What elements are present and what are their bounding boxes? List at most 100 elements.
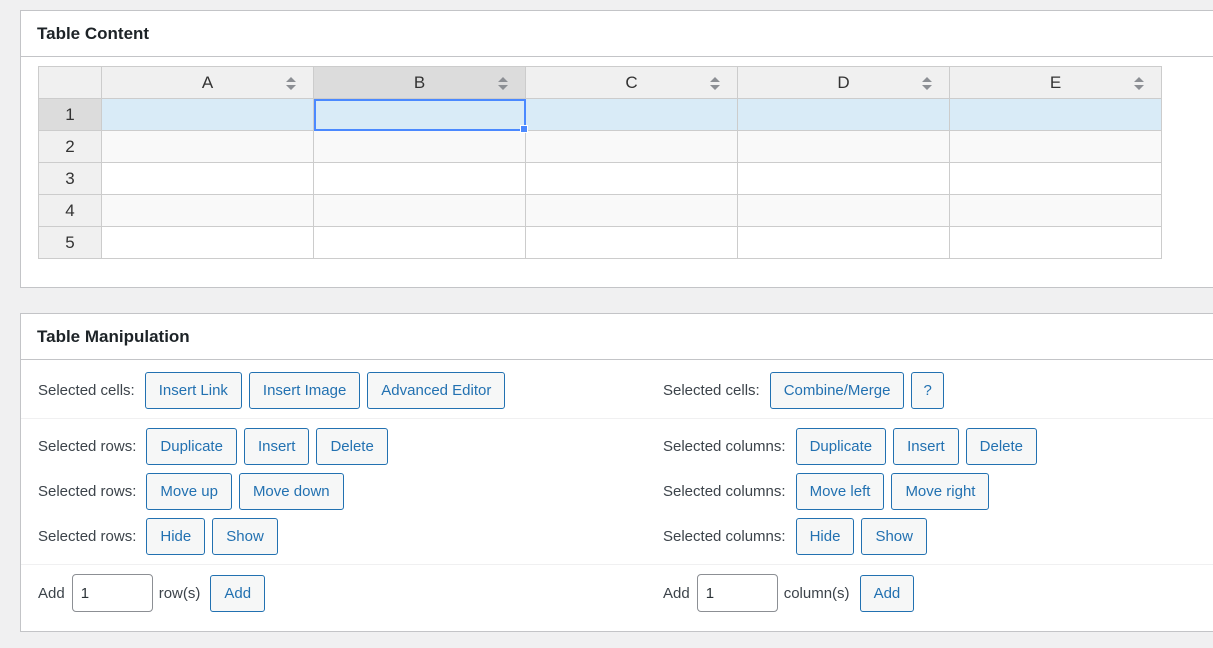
table-content-panel: Table Content A B C D E 1 2 3 4 5 bbox=[20, 10, 1213, 288]
row-header[interactable]: 5 bbox=[38, 226, 102, 259]
move-up-button[interactable]: Move up bbox=[146, 473, 232, 510]
table-row: 3 bbox=[38, 162, 1162, 195]
grid-cell[interactable] bbox=[737, 162, 950, 195]
rows-move-row: Selected rows: Move up Move down bbox=[38, 473, 351, 510]
column-header-e[interactable]: E bbox=[949, 66, 1162, 99]
grid-cell[interactable] bbox=[101, 194, 314, 227]
grid-cell[interactable] bbox=[737, 194, 950, 227]
grid-cell[interactable] bbox=[949, 226, 1162, 259]
combine-merge-button[interactable]: Combine/Merge bbox=[769, 372, 905, 409]
columns-visibility-row: Selected columns: Hide Show bbox=[663, 518, 934, 555]
grid-cell[interactable] bbox=[313, 226, 526, 259]
add-rows-button[interactable]: Add bbox=[210, 574, 266, 612]
cells-actions-row: Selected cells: Insert Link Insert Image… bbox=[38, 372, 512, 409]
selected-rows-label: Selected rows: bbox=[38, 483, 137, 500]
table-manipulation-panel: Table Manipulation Selected cells: Inser… bbox=[20, 313, 1213, 632]
grid-cell[interactable] bbox=[101, 226, 314, 259]
insert-columns-button[interactable]: Insert bbox=[893, 428, 959, 465]
column-header-label: C bbox=[625, 72, 638, 92]
table-row: 4 bbox=[38, 194, 1162, 227]
hide-columns-button[interactable]: Hide bbox=[795, 518, 855, 555]
add-columns-label: Add bbox=[663, 584, 690, 602]
column-header-d[interactable]: D bbox=[737, 66, 950, 99]
grid-cell[interactable] bbox=[525, 162, 738, 195]
grid-cell[interactable] bbox=[313, 162, 526, 195]
grid-cell[interactable] bbox=[101, 98, 314, 131]
table-manipulation-header: Table Manipulation bbox=[21, 314, 1213, 360]
row-header[interactable]: 1 bbox=[38, 98, 102, 131]
sort-icon[interactable] bbox=[1133, 76, 1145, 91]
grid-cell[interactable] bbox=[737, 226, 950, 259]
rows-count-input[interactable] bbox=[71, 574, 153, 612]
columns-actions-row: Selected columns: Duplicate Insert Delet… bbox=[663, 428, 1044, 465]
column-header-label: A bbox=[201, 72, 214, 92]
help-button[interactable]: ? bbox=[911, 372, 944, 409]
selected-rows-label: Selected rows: bbox=[38, 528, 137, 545]
sort-icon[interactable] bbox=[497, 76, 509, 91]
grid-corner[interactable] bbox=[38, 66, 102, 99]
columns-move-row: Selected columns: Move left Move right bbox=[663, 473, 996, 510]
divider bbox=[21, 564, 1213, 565]
sort-icon[interactable] bbox=[285, 76, 297, 91]
sort-icon[interactable] bbox=[709, 76, 721, 91]
table-row: 5 bbox=[38, 226, 1162, 259]
grid-cell[interactable] bbox=[101, 162, 314, 195]
selected-columns-label: Selected columns: bbox=[663, 438, 786, 455]
selected-cells-label: Selected cells: bbox=[663, 382, 760, 399]
row-header[interactable]: 2 bbox=[38, 130, 102, 163]
row-header[interactable]: 3 bbox=[38, 162, 102, 195]
row-header[interactable]: 4 bbox=[38, 194, 102, 227]
grid-cell[interactable] bbox=[525, 98, 738, 131]
duplicate-rows-button[interactable]: Duplicate bbox=[146, 428, 237, 465]
duplicate-columns-button[interactable]: Duplicate bbox=[795, 428, 887, 465]
column-header-b[interactable]: B bbox=[313, 66, 526, 99]
show-columns-button[interactable]: Show bbox=[861, 518, 927, 555]
table-manipulation-title: Table Manipulation bbox=[37, 326, 190, 346]
columns-count-input[interactable] bbox=[696, 574, 778, 612]
delete-rows-button[interactable]: Delete bbox=[316, 428, 388, 465]
move-down-button[interactable]: Move down bbox=[238, 473, 344, 510]
sort-icon[interactable] bbox=[921, 76, 933, 91]
column-header-label: E bbox=[1049, 72, 1062, 92]
move-right-button[interactable]: Move right bbox=[891, 473, 990, 510]
cells-merge-row: Selected cells: Combine/Merge ? bbox=[663, 372, 951, 409]
add-columns-button[interactable]: Add bbox=[859, 574, 915, 612]
grid-cell[interactable] bbox=[737, 130, 950, 163]
insert-rows-button[interactable]: Insert bbox=[243, 428, 310, 465]
column-header-a[interactable]: A bbox=[101, 66, 314, 99]
grid-cell[interactable] bbox=[949, 194, 1162, 227]
move-left-button[interactable]: Move left bbox=[795, 473, 885, 510]
selected-columns-label: Selected columns: bbox=[663, 483, 786, 500]
table-row: 1 bbox=[38, 98, 1162, 133]
advanced-editor-button[interactable]: Advanced Editor bbox=[367, 372, 506, 409]
grid-cell[interactable] bbox=[313, 130, 526, 163]
grid-cell[interactable] bbox=[525, 130, 738, 163]
show-rows-button[interactable]: Show bbox=[212, 518, 278, 555]
fill-handle[interactable] bbox=[520, 125, 528, 133]
table-row: 2 bbox=[38, 130, 1162, 163]
rows-actions-row: Selected rows: Duplicate Insert Delete bbox=[38, 428, 395, 465]
rows-unit-label: row(s) bbox=[158, 584, 201, 602]
grid-cell-active[interactable] bbox=[313, 98, 528, 133]
grid-cell[interactable] bbox=[525, 194, 738, 227]
hide-rows-button[interactable]: Hide bbox=[146, 518, 206, 555]
delete-columns-button[interactable]: Delete bbox=[965, 428, 1037, 465]
column-header-label: B bbox=[413, 72, 426, 92]
grid-cell[interactable] bbox=[737, 98, 950, 131]
grid-cell[interactable] bbox=[949, 162, 1162, 195]
grid-cell[interactable] bbox=[313, 194, 526, 227]
table-content-title: Table Content bbox=[37, 23, 150, 43]
add-columns-row: Add column(s) Add bbox=[663, 574, 921, 612]
insert-image-button[interactable]: Insert Image bbox=[248, 372, 361, 409]
insert-link-button[interactable]: Insert Link bbox=[144, 372, 242, 409]
selected-columns-label: Selected columns: bbox=[663, 528, 786, 545]
grid-cell[interactable] bbox=[101, 130, 314, 163]
grid-cell[interactable] bbox=[949, 130, 1162, 163]
add-rows-label: Add bbox=[38, 584, 65, 602]
grid-cell[interactable] bbox=[525, 226, 738, 259]
spreadsheet-grid: A B C D E 1 2 3 4 5 bbox=[38, 66, 1162, 259]
selected-cells-label: Selected cells: bbox=[38, 382, 135, 399]
rows-visibility-row: Selected rows: Hide Show bbox=[38, 518, 285, 555]
grid-cell[interactable] bbox=[949, 98, 1162, 131]
column-header-c[interactable]: C bbox=[525, 66, 738, 99]
